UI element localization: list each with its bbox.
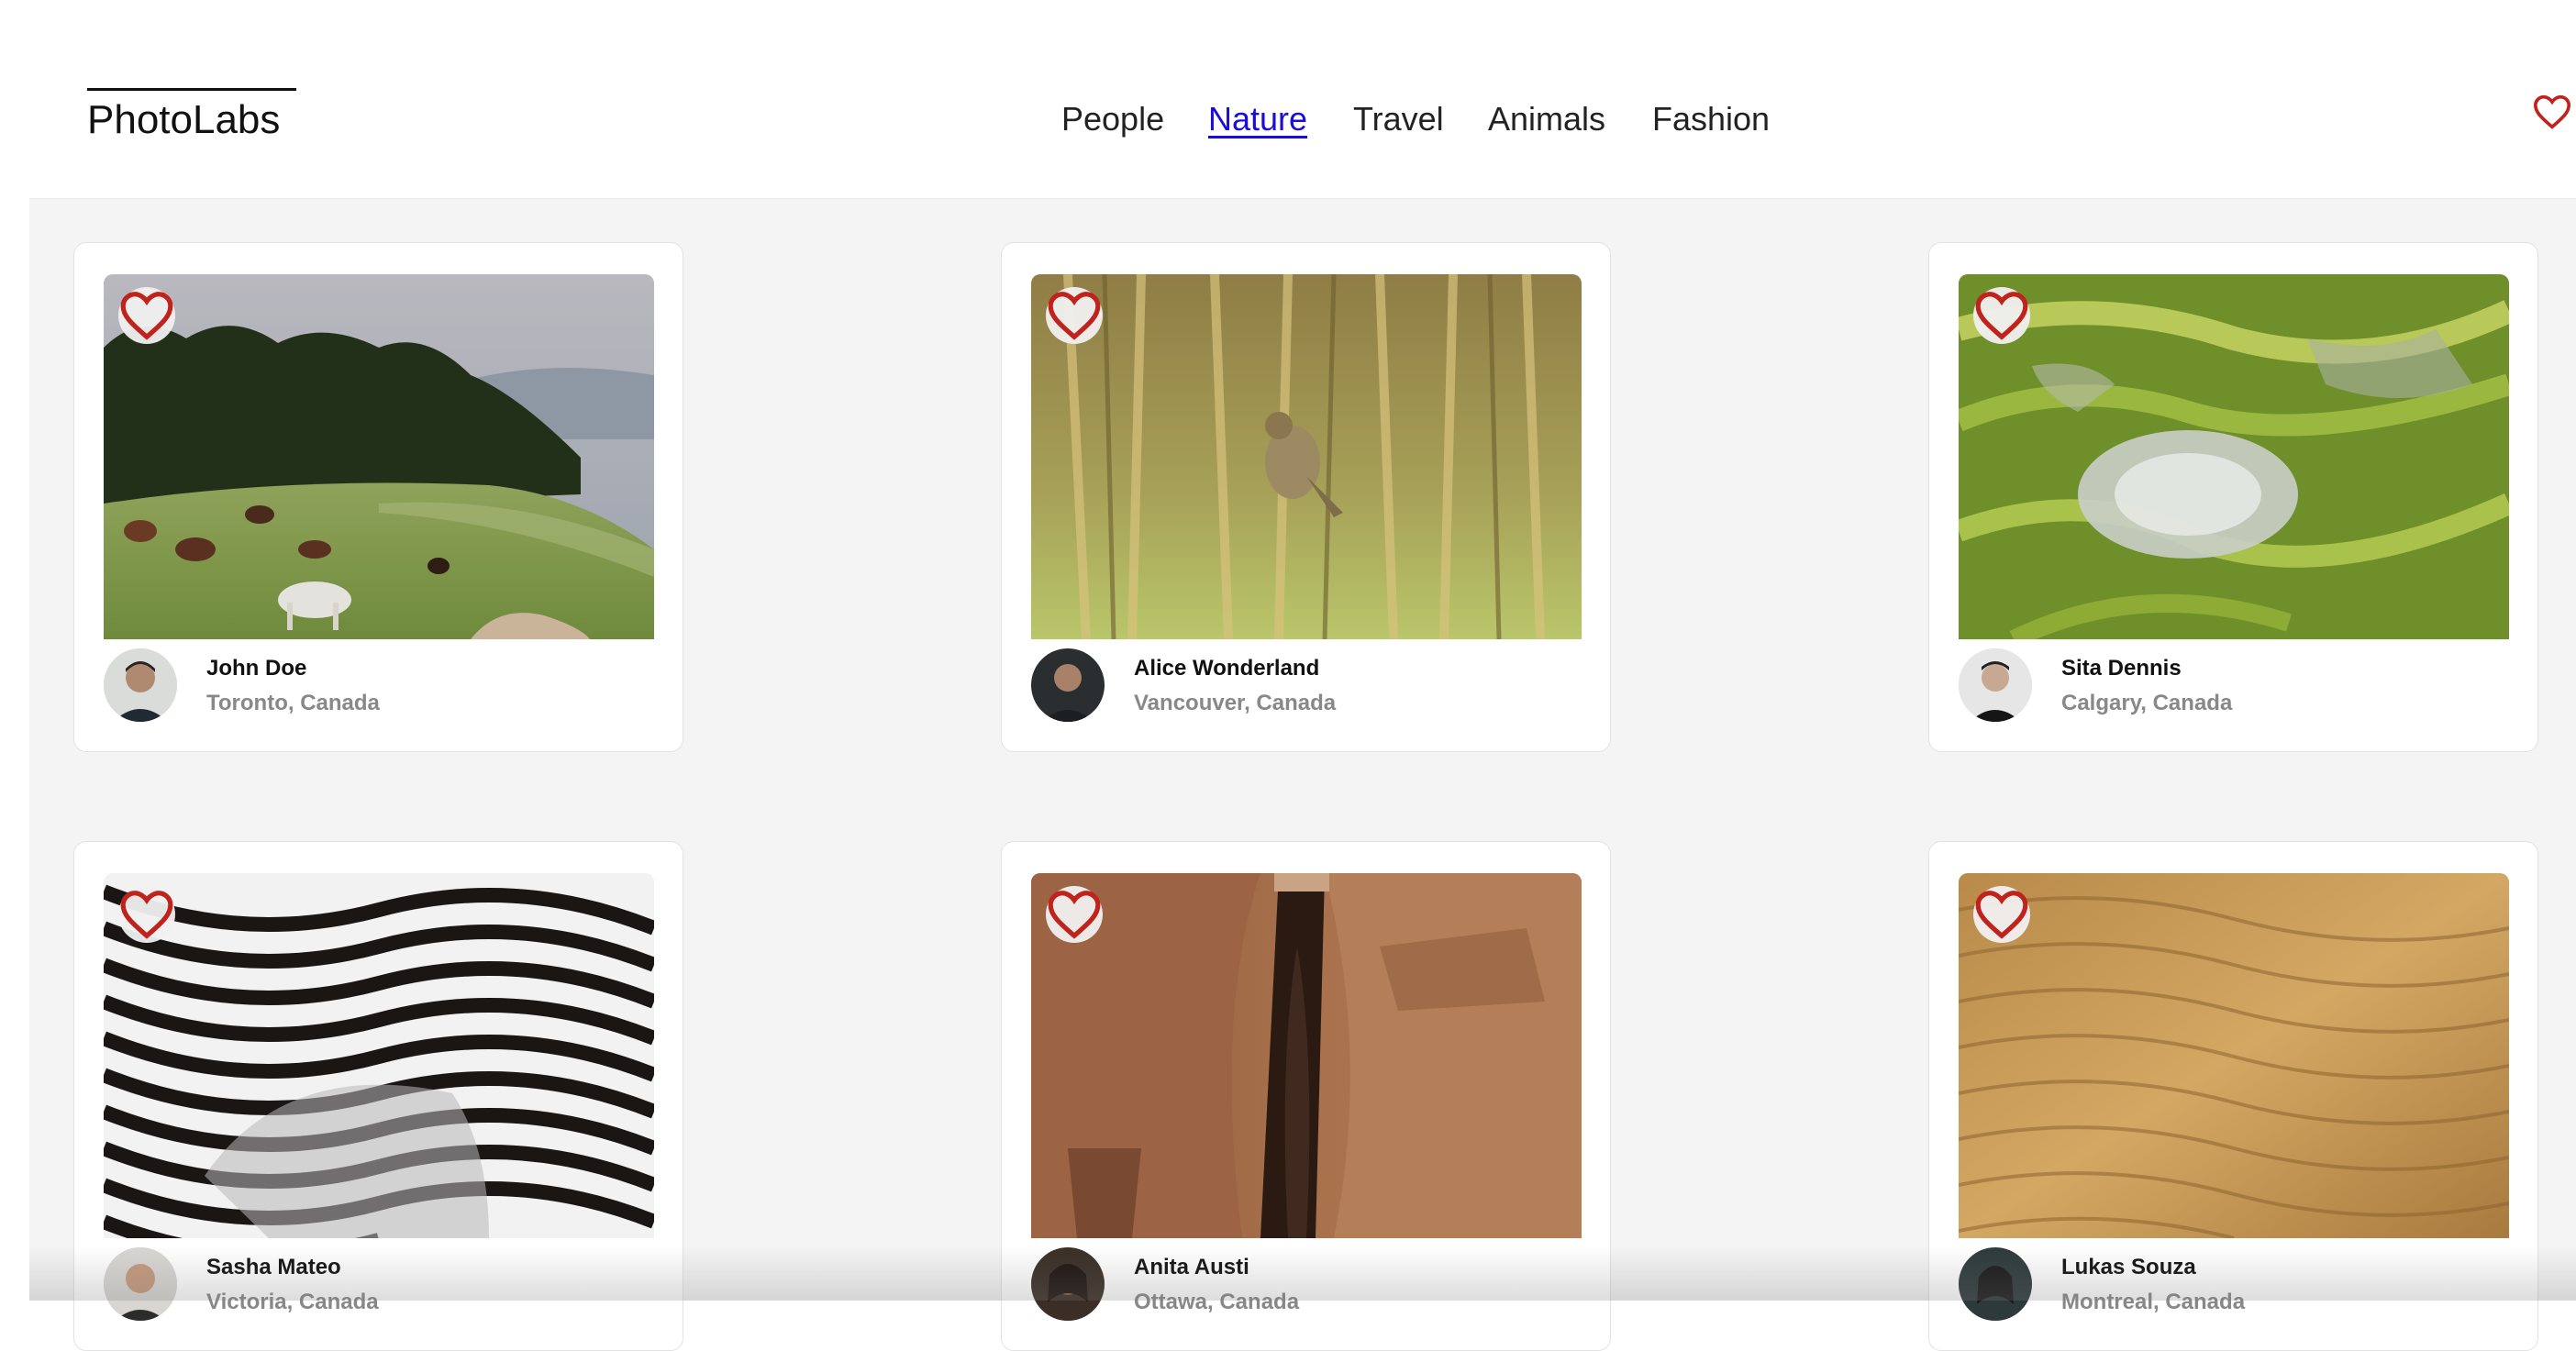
photo-image[interactable] bbox=[1031, 274, 1582, 639]
photo-card[interactable]: Sita Dennis Calgary, Canada bbox=[1928, 242, 2538, 752]
photo-image[interactable] bbox=[104, 274, 654, 639]
photo-card[interactable]: John Doe Toronto, Canada bbox=[73, 242, 683, 752]
nav-item-travel[interactable]: Travel bbox=[1353, 95, 1444, 143]
photo-image[interactable] bbox=[104, 873, 654, 1238]
avatar bbox=[104, 648, 177, 722]
nav-item-animals[interactable]: Animals bbox=[1488, 95, 1605, 143]
photographer-location: Vancouver, Canada bbox=[1134, 691, 1337, 715]
photographer-name: Sasha Mateo bbox=[206, 1255, 341, 1279]
heart-outline-icon bbox=[120, 891, 173, 939]
like-button[interactable] bbox=[1046, 287, 1103, 344]
avatar bbox=[1031, 648, 1105, 722]
photo-card[interactable]: Alice Wonderland Vancouver, Canada bbox=[1001, 242, 1611, 752]
photo-image[interactable] bbox=[1959, 873, 2509, 1238]
photographer-location: Ottawa, Canada bbox=[1134, 1290, 1300, 1314]
photo-card[interactable]: Anita Austi Ottawa, Canada bbox=[1001, 841, 1611, 1351]
heart-outline-icon bbox=[1048, 292, 1101, 340]
avatar bbox=[1031, 1247, 1105, 1321]
heart-outline-icon bbox=[1975, 891, 2028, 939]
favorites-heart-icon[interactable] bbox=[2532, 94, 2576, 134]
avatar bbox=[1959, 1247, 2032, 1321]
heart-outline-icon bbox=[120, 292, 173, 340]
avatar bbox=[1959, 648, 2032, 722]
photo-card[interactable]: Sasha Mateo Victoria, Canada bbox=[73, 841, 683, 1351]
photographer-location: Victoria, Canada bbox=[206, 1290, 379, 1314]
photographer-name: Alice Wonderland bbox=[1134, 656, 1320, 681]
like-button[interactable] bbox=[118, 287, 175, 344]
avatar bbox=[104, 1247, 177, 1321]
photographer-location: Toronto, Canada bbox=[206, 691, 380, 715]
nav-item-fashion[interactable]: Fashion bbox=[1652, 95, 1770, 143]
topic-nav: People Nature Travel Animals Fashion bbox=[29, 95, 2576, 143]
nav-item-people[interactable]: People bbox=[1061, 95, 1164, 143]
photographer-name: Anita Austi bbox=[1134, 1255, 1249, 1279]
photo-grid: John Doe Toronto, Canada Alice Wonderlan… bbox=[29, 199, 2576, 1351]
photographer-name: Sita Dennis bbox=[2061, 656, 2182, 681]
photo-image[interactable] bbox=[1959, 274, 2509, 639]
top-nav-bar: PhotoLabs People Nature Travel Animals F… bbox=[29, 0, 2576, 199]
nav-item-nature[interactable]: Nature bbox=[1208, 95, 1307, 143]
heart-outline-icon bbox=[1975, 292, 2028, 340]
photographer-name: Lukas Souza bbox=[2061, 1255, 2196, 1279]
photo-card[interactable]: Lukas Souza Montreal, Canada bbox=[1928, 841, 2538, 1351]
photographer-name: John Doe bbox=[206, 656, 307, 681]
like-button[interactable] bbox=[1973, 287, 2030, 344]
heart-outline-icon bbox=[1048, 891, 1101, 939]
photographer-location: Montreal, Canada bbox=[2061, 1290, 2246, 1314]
like-button[interactable] bbox=[118, 886, 175, 943]
photographer-location: Calgary, Canada bbox=[2061, 691, 2233, 715]
like-button[interactable] bbox=[1973, 886, 2030, 943]
photo-image[interactable] bbox=[1031, 873, 1582, 1238]
like-button[interactable] bbox=[1046, 886, 1103, 943]
